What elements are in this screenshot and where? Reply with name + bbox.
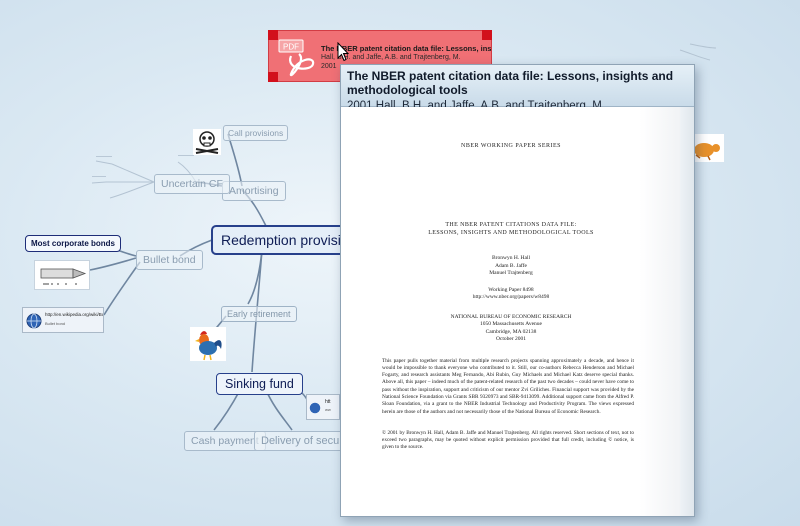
doc-copyright: © 2001 by Bronwyn H. Hall, Adam B. Jaffe… [382,429,634,451]
doc-bureau-name: NATIONAL BUREAU OF ECONOMIC RESEARCH [450,313,572,320]
selection-handle[interactable] [482,30,492,40]
doc-address: Cambridge, MA 02138 [485,328,537,335]
globe-icon [26,313,42,329]
node-sinking-fund[interactable]: Sinking fund [216,373,303,395]
popup-title: The NBER patent citation data file: Less… [347,69,674,97]
faint-node[interactable] [96,156,112,162]
doc-url: http://www.nber.org/papers/w8498 [472,294,550,300]
rooster-icon [195,331,222,361]
node-most-corporate-bonds[interactable]: Most corporate bonds [25,235,122,252]
turtle-icon [694,143,720,161]
link-snippet: ww [325,407,331,412]
node-amortising[interactable]: Amortising [222,181,286,201]
doc-title-line2: LESSONS, INSIGHTS AND METHODOLOGICAL TOO… [428,230,594,236]
link-node-partial[interactable]: htt ww [306,394,340,420]
doc-title-line1: THE NBER PATENT CITATIONS DATA FILE: [445,222,577,228]
doc-bureau: NATIONAL BUREAU OF ECONOMIC RESEARCH 105… [342,314,680,344]
skull-image[interactable] [193,129,221,155]
doc-address: 1050 Massachusetts Avenue [480,321,542,327]
link-snippet: htt [325,399,331,405]
doc-date: October 2001 [495,336,527,342]
bullet-icon [40,268,87,285]
popup-header: The NBER patent citation data file: Less… [341,65,694,112]
node-call-provisions[interactable]: Call provisions [223,125,289,141]
wikipedia-link-node[interactable]: http://en.wikipedia.org/wiki/Bullet_bond… [22,307,104,333]
doc-wp-number: Working Paper 8498 [488,286,534,293]
doc-title: THE NBER PATENT CITATIONS DATA FILE: LES… [342,221,680,237]
pdf-label: PDF [283,43,299,52]
doc-acknowledgements: This paper pulls together material from … [382,357,634,415]
faint-node[interactable] [92,176,106,182]
faint-node[interactable] [178,155,194,161]
doc-authors: Bronwyn H. Hall Adam B. Jaffe Manuel Tra… [342,255,680,278]
pdf-icon: PDF [278,39,315,77]
node-early-retirement[interactable]: Early retirement [221,306,297,322]
mouse-cursor-icon [337,42,349,62]
pdf-node-year: 2001 [321,63,337,70]
pdf-preview-popup[interactable]: The NBER patent citation data file: Less… [340,64,695,517]
doc-working-paper: Working Paper 8498 http://www.nber.org/p… [342,287,680,302]
doc-author: Bronwyn H. Hall [491,255,531,261]
popup-scrollbar[interactable] [680,107,694,516]
skull-icon [195,131,219,154]
doc-series: NBER WORKING PAPER SERIES [460,143,561,149]
doc-author: Adam B. Jaffe [495,262,527,269]
doc-author: Manuel Trajtenberg [489,270,533,276]
link-caption: Bullet bond [45,321,66,326]
pdf-document-preview[interactable]: NBER WORKING PAPER SERIES THE NBER PATEN… [342,107,680,516]
globe-icon [309,402,321,414]
partial-image-right[interactable] [694,134,724,162]
rooster-image[interactable] [190,327,226,361]
node-bullet-bond[interactable]: Bullet bond [136,250,203,270]
node-uncertain-cf[interactable]: Uncertain CF [154,174,230,194]
bullet-bond-image[interactable] [34,260,90,290]
link-url: http://en.wikipedia.org/wiki/Bullet_bond [45,312,103,317]
